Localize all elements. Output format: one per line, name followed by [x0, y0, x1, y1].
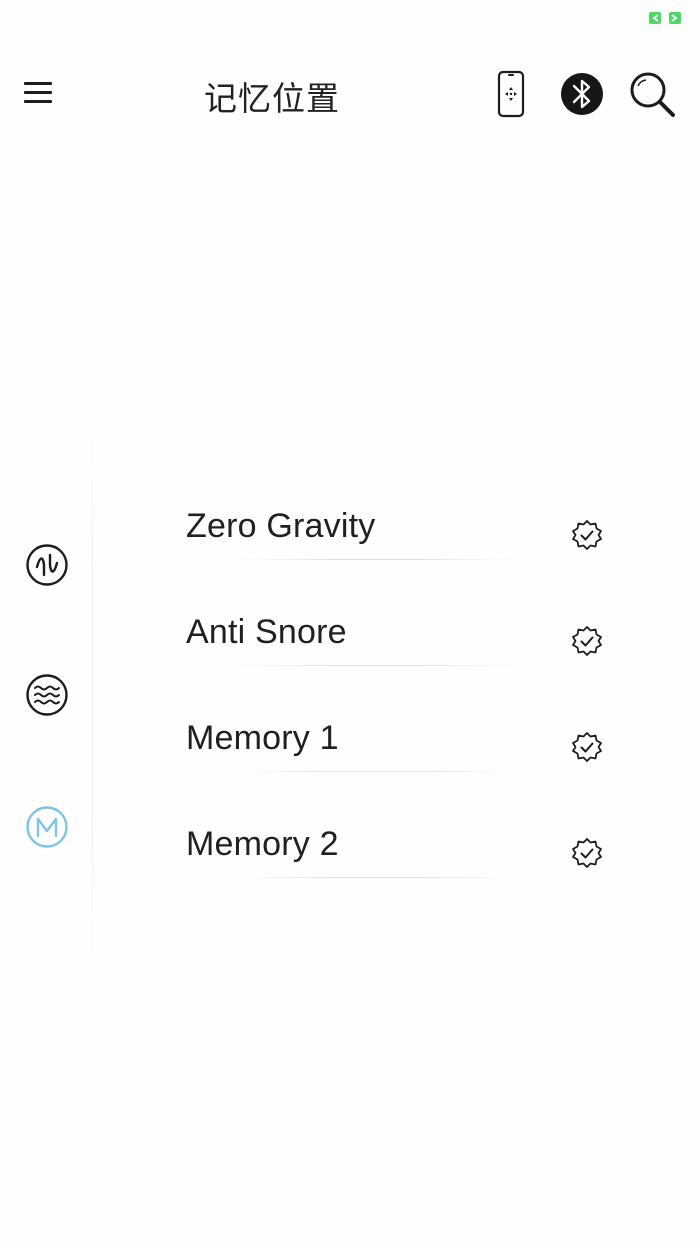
memory-label: Anti Snore [186, 613, 347, 651]
list-item[interactable]: Zero Gravity [186, 507, 626, 587]
massage-wave-icon [26, 544, 68, 586]
list-item[interactable]: Anti Snore [186, 613, 626, 693]
memory-label: Zero Gravity [186, 507, 376, 545]
green-battery-icon [648, 10, 682, 26]
sidebar-divider [92, 420, 93, 970]
verified-badge-icon[interactable] [571, 731, 603, 763]
memory-m-icon [26, 806, 68, 848]
bluetooth-icon[interactable] [558, 70, 606, 118]
list-item[interactable]: Memory 2 [186, 825, 626, 905]
sidebar-item-memory[interactable] [24, 804, 70, 850]
hamburger-menu-icon[interactable] [22, 76, 56, 110]
app-screen: 记忆位置 Zero Gravity Anti Snore Memory 1 Me… [0, 0, 700, 1244]
verified-badge-icon[interactable] [571, 519, 603, 551]
memory-label: Memory 2 [186, 825, 339, 863]
list-item[interactable]: Memory 1 [186, 719, 626, 799]
search-icon[interactable] [628, 70, 678, 118]
verified-badge-icon[interactable] [571, 837, 603, 869]
header-bar: 记忆位置 [0, 60, 700, 130]
water-wave-icon [26, 674, 68, 716]
sidebar-item-massage[interactable] [24, 542, 70, 588]
row-divider [236, 771, 516, 772]
memory-label: Memory 1 [186, 719, 339, 757]
row-divider [236, 665, 516, 666]
remote-phone-icon[interactable] [494, 70, 528, 118]
verified-badge-icon[interactable] [571, 625, 603, 657]
row-divider [236, 877, 516, 878]
page-title: 记忆位置 [204, 80, 340, 117]
row-divider [236, 559, 516, 560]
sidebar-item-wave[interactable] [24, 672, 70, 718]
